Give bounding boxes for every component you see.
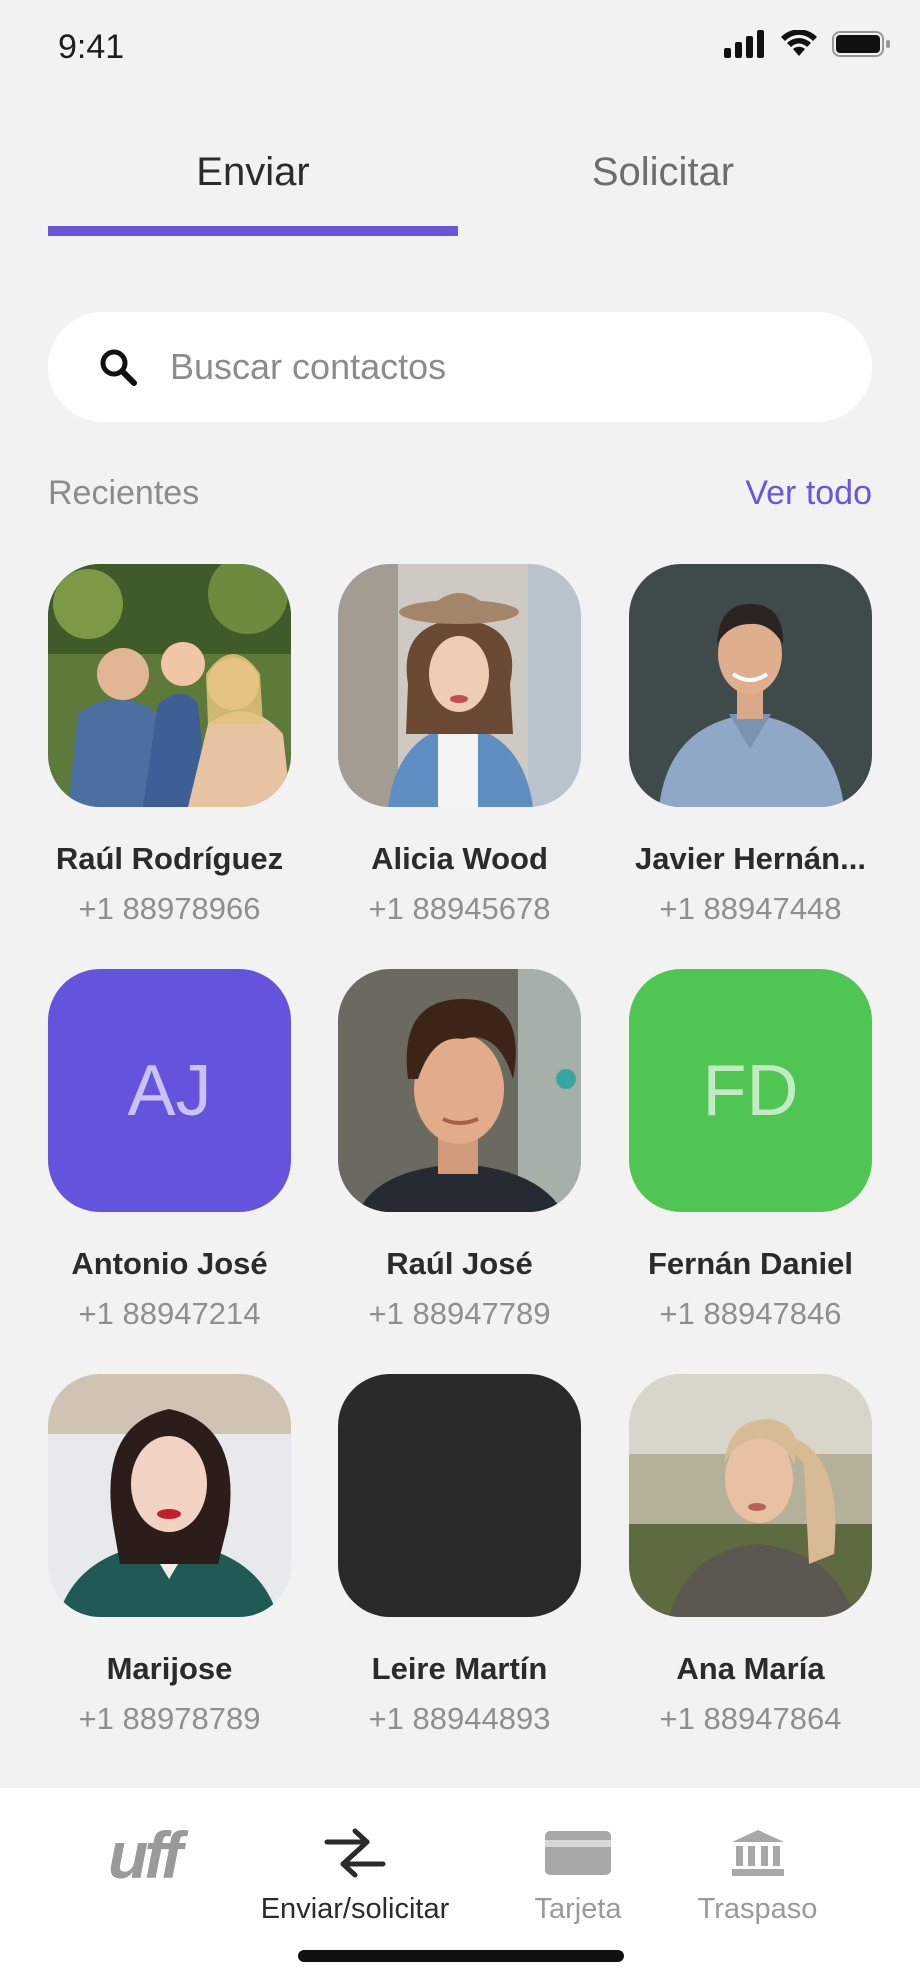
contact-phone: +1 88947846 [659, 1296, 842, 1331]
tab-request[interactable]: Solicitar [458, 150, 868, 195]
contact-phone: +1 88944893 [368, 1701, 551, 1736]
contact-name: Antonio José [71, 1246, 268, 1281]
contact-name: Ana María [676, 1651, 825, 1686]
nav-send-request[interactable]: Enviar/solicitar [250, 1828, 460, 1926]
contact-name: Marijose [106, 1651, 233, 1686]
tab-active-indicator [48, 226, 458, 236]
battery-icon [832, 31, 890, 57]
home-indicator [298, 1950, 624, 1962]
nav-label-card: Tarjeta [534, 1893, 622, 1925]
contact-phone: +1 88947448 [659, 891, 842, 926]
contact-card[interactable]: Leire Martín +1 88944893 [338, 1374, 581, 1737]
contact-phone: +1 88978966 [78, 891, 261, 926]
recents-title: Recientes [48, 474, 200, 512]
card-icon [545, 1831, 611, 1875]
nav-home-logo[interactable]: uff [96, 1822, 191, 1888]
contact-name: Javier Hernán... [635, 841, 866, 876]
send-receive-icon [324, 1828, 386, 1878]
contact-phone: +1 88947214 [78, 1296, 261, 1331]
nav-card[interactable]: Tarjeta [518, 1828, 638, 1926]
contact-name: Fernán Daniel [648, 1246, 853, 1281]
status-bar: 9:41 [0, 0, 920, 100]
bank-icon [731, 1830, 784, 1876]
contact-card[interactable]: Raúl Rodríguez +1 88978966 [48, 564, 291, 927]
search-icon [100, 349, 137, 386]
contact-name: Leire Martín [371, 1651, 548, 1686]
search-contacts-input[interactable]: Buscar contactos [48, 312, 872, 422]
contact-avatar-photo [338, 969, 581, 1212]
contact-name: Raúl Rodríguez [55, 841, 284, 876]
nav-transfer[interactable]: Traspaso [690, 1828, 825, 1926]
contact-avatar-placeholder [338, 1374, 581, 1617]
contact-phone: +1 88978789 [78, 1701, 261, 1736]
tab-send[interactable]: Enviar [48, 150, 458, 195]
contact-name: Raúl José [386, 1246, 533, 1281]
contact-avatar-photo [338, 564, 581, 807]
contact-name: Alicia Wood [371, 841, 548, 876]
contact-phone: +1 88947789 [368, 1296, 551, 1331]
contact-avatar-photo [48, 1374, 291, 1617]
nav-label-send-request: Enviar/solicitar [260, 1893, 450, 1925]
contact-card[interactable]: Alicia Wood +1 88945678 [338, 564, 581, 927]
contact-avatar-initials: AJ [48, 969, 291, 1212]
contact-card[interactable]: Ana María +1 88947864 [629, 1374, 872, 1737]
contact-avatar-initials: FD [629, 969, 872, 1212]
contact-avatar-photo [629, 564, 872, 807]
contact-phone: +1 88945678 [368, 891, 551, 926]
signal-icon [724, 30, 764, 58]
contact-avatar-photo [629, 1374, 872, 1617]
contact-card[interactable]: FD Fernán Daniel +1 88947846 [629, 969, 872, 1332]
contact-card[interactable]: Marijose +1 88978789 [48, 1374, 291, 1737]
nav-label-transfer: Traspaso [697, 1893, 818, 1925]
see-all-link[interactable]: Ver todo [745, 474, 872, 513]
status-time: 9:41 [58, 28, 125, 66]
uff-logo: uff [107, 1818, 183, 1892]
contact-card[interactable]: AJ Antonio José +1 88947214 [48, 969, 291, 1332]
contact-card[interactable]: Raúl José +1 88947789 [338, 969, 581, 1332]
contact-phone: +1 88947864 [659, 1701, 842, 1736]
contact-avatar-photo [48, 564, 291, 807]
contact-card[interactable]: Javier Hernán... +1 88947448 [629, 564, 872, 927]
status-icons [724, 30, 892, 58]
wifi-icon [781, 30, 817, 56]
search-placeholder: Buscar contactos [170, 346, 447, 387]
